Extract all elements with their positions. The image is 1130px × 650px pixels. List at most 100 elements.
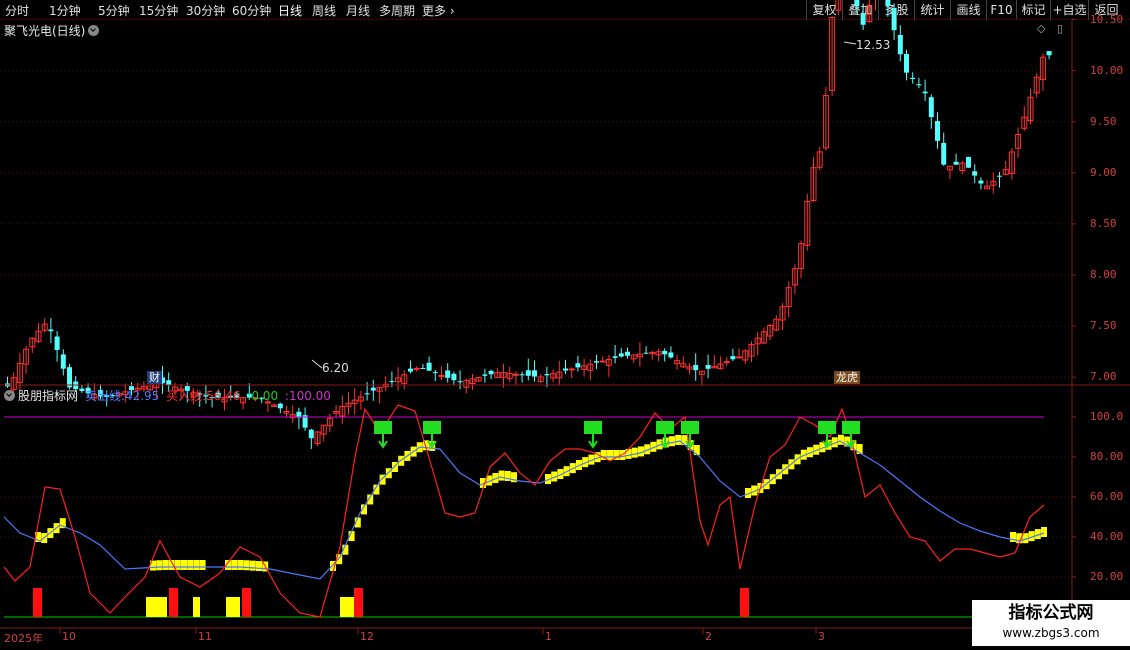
band-block [162,560,169,570]
candle-down [705,365,711,369]
candle-down [966,156,971,168]
candle-down [575,363,581,368]
candle-down [922,91,928,94]
candle-down [594,361,599,363]
site-watermark: 指标公式网 www.zbgs3.com [972,600,1130,646]
candle-down [618,353,624,357]
candle-down [854,0,860,7]
down-arrow-icon [374,421,392,434]
candle-down [67,367,72,388]
candle-down [941,142,947,165]
candle-down [935,121,940,141]
down-arrow-tail [378,434,388,449]
price-tick-label: 7.00 [1090,370,1117,384]
indicator-tick-label: 40.00 [1090,530,1124,543]
down-arrow-tail [588,434,598,449]
window-toggle-icon[interactable]: ▯ [1057,22,1063,35]
time-tick-label: 12 [360,630,374,643]
high-price-label: 12.53 [856,38,891,52]
chevron-down-icon[interactable] [4,390,15,401]
candle-down [643,352,649,354]
indicator-tick-label: 20.00 [1090,570,1124,583]
finance-badge[interactable]: 财 [147,371,162,384]
candle-down [370,387,376,391]
band-block [693,445,700,456]
sell-signal-bar [169,588,178,617]
candle-down [445,370,451,378]
hundred-value: 100.00 [288,389,331,403]
buy-signal-bar [160,597,167,617]
down-arrow-icon [423,421,441,434]
candle-down [928,97,934,118]
buy-signal-bar [146,597,153,617]
buy-signal-bar [233,597,240,617]
band-block [625,448,632,459]
indicator-tick-label: 80.00 [1090,450,1124,463]
price-tick-label: 10.00 [1090,63,1124,77]
zero-value: 0.00 [251,389,279,403]
diamond-icon[interactable]: ◇ [1037,22,1045,35]
candle-down [897,35,903,55]
buy-line [3,404,1045,618]
candle-up [568,368,575,371]
candle-down [612,356,618,358]
band-block [681,435,688,446]
time-tick-label: 1 [545,630,552,643]
main-panel-title[interactable]: 聚飞光电(日线) [4,22,100,39]
candle-up [723,361,730,364]
band-block [1041,527,1047,537]
candle-down [408,368,413,372]
buy-signal-bar [340,597,347,617]
chart-canvas[interactable] [0,0,1130,650]
price-tick-label: 9.50 [1090,114,1117,128]
band-block [631,447,638,458]
candle-up [413,367,420,370]
candle-down [426,362,432,371]
candle-down [860,13,866,25]
down-arrow-icon [818,421,836,434]
candle-down [978,180,984,184]
candle-down [972,171,978,176]
buy-signal-bar [193,597,200,617]
watermark-url: www.zbgs3.com [1002,626,1100,640]
candle-down [953,161,959,165]
candle-down [885,0,891,7]
indicator-tick-label: 100.0 [1090,410,1124,423]
panel-frames [0,19,1130,634]
time-tick-label: 2 [705,630,712,643]
buy-signal-bar [153,597,160,617]
hundred-line-value: :100.00 [284,389,331,403]
time-tick-label: 2025年 [4,632,43,645]
sell-line [3,440,1045,580]
indicator-title[interactable]: 股朋指标网 卖出线:42.95 买入线:56.46 :0.00 :100.00 [4,387,331,404]
sell-line-label: 卖出线: [84,389,125,403]
band-block [243,560,250,571]
candle-down [532,370,537,377]
price-tick-label: 7.50 [1090,319,1117,333]
down-arrow-icon [681,421,699,434]
candle-down [488,370,494,375]
candle-down [420,367,426,369]
low-price-label: 6.20 [322,361,349,375]
candle-down [891,7,897,31]
sell-signal-bar [354,588,363,617]
price-tick-label: 8.50 [1090,216,1117,230]
candle-down [277,403,283,409]
candle-down [544,374,550,376]
band-block [237,560,244,570]
candle-down [693,364,699,371]
candle-down [668,352,674,358]
candle-down [904,53,909,73]
low-marker [311,359,323,369]
high-marker [843,41,857,45]
time-tick-label: 3 [818,630,825,643]
candle-down [910,77,916,79]
time-tick-label: 10 [62,630,76,643]
candle-down [563,368,568,371]
buy-line-value: 56.46 [206,389,241,403]
candle-down [48,329,54,332]
buy-signal-bar [226,597,233,617]
dragon-tiger-badge[interactable]: 龙虎 [834,371,860,384]
chevron-down-icon[interactable] [88,25,100,36]
buy-signal-bar [347,597,354,617]
